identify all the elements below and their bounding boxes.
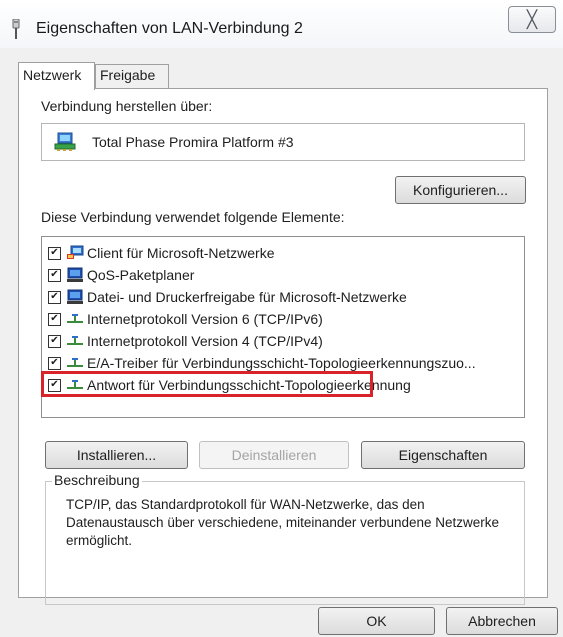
protocol-icon <box>67 358 83 367</box>
list-item-file-printer-sharing[interactable]: ✔ Datei- und Druckerfreigabe für Microso… <box>48 286 407 308</box>
checkbox[interactable]: ✔ <box>48 312 61 326</box>
service-monitor-icon <box>67 289 83 304</box>
adapter-field: Total Phase Promira Platform #3 <box>41 123 525 161</box>
install-button[interactable]: Installieren... <box>45 441 188 469</box>
description-group: Beschreibung TCP/IP, das Standardprotoko… <box>45 472 525 605</box>
window-title: Eigenschaften von LAN-Verbindung 2 <box>36 20 303 37</box>
list-item-label: QoS-Paketplaner <box>87 267 195 283</box>
list-item-qos[interactable]: ✔ QoS-Paketplaner <box>48 264 194 286</box>
adapter-name: Total Phase Promira Platform #3 <box>92 134 294 150</box>
list-item-lltd-io-driver[interactable]: ✔ E/A-Treiber für Verbindungsschicht-Top… <box>48 352 476 374</box>
service-monitor-icon <box>67 267 83 282</box>
list-item-client[interactable]: ✔ Client für Microsoft-Netzwerke <box>48 242 275 264</box>
protocol-icon <box>67 314 83 323</box>
configure-button[interactable]: Konfigurieren... <box>395 176 526 204</box>
uninstall-button[interactable]: Deinstallieren <box>199 441 349 469</box>
components-list[interactable]: ✔ Client für Microsoft-Netzwerke ✔ QoS-P… <box>41 236 525 418</box>
network-adapter-icon <box>54 132 76 151</box>
list-item-label: Client für Microsoft-Netzwerke <box>87 245 275 261</box>
list-item-ipv4[interactable]: ✔ Internetprotokoll Version 4 (TCP/IPv4) <box>48 330 323 352</box>
list-item-label: Datei- und Druckerfreigabe für Microsoft… <box>87 289 407 305</box>
checkbox[interactable]: ✔ <box>48 356 61 370</box>
cancel-button[interactable]: Abbrechen <box>446 607 558 635</box>
network-tab-panel: Verbindung herstellen über: Total Phase … <box>18 88 548 605</box>
list-item-lltd-responder[interactable]: ✔ Antwort für Verbindungsschicht-Topolog… <box>48 374 411 396</box>
checkbox[interactable]: ✔ <box>48 268 61 282</box>
checkbox[interactable]: ✔ <box>48 246 61 260</box>
description-text: TCP/IP, das Standardprotokoll für WAN-Ne… <box>66 497 500 548</box>
tab-network[interactable]: Netzwerk <box>18 62 95 90</box>
tab-sharing[interactable]: Freigabe <box>95 64 169 89</box>
checkbox[interactable]: ✔ <box>48 378 61 392</box>
list-item-label: Internetprotokoll Version 4 (TCP/IPv4) <box>87 333 323 349</box>
connect-using-label: Verbindung herstellen über: <box>41 98 213 114</box>
properties-button[interactable]: Eigenschaften <box>361 441 525 469</box>
title-bar: Eigenschaften von LAN-Verbindung 2 ╳ <box>0 0 563 48</box>
checkbox[interactable]: ✔ <box>48 290 61 304</box>
list-item-label: E/A-Treiber für Verbindungsschicht-Topol… <box>87 355 476 371</box>
close-button[interactable]: ╳ <box>508 6 556 33</box>
client-network-icon <box>67 245 84 259</box>
protocol-icon <box>67 380 83 389</box>
network-cable-icon <box>12 19 20 39</box>
close-icon: ╳ <box>526 9 538 29</box>
list-item-ipv6[interactable]: ✔ Internetprotokoll Version 6 (TCP/IPv6) <box>48 308 323 330</box>
items-label: Diese Verbindung verwendet folgende Elem… <box>41 209 345 225</box>
description-title: Beschreibung <box>52 472 142 488</box>
checkbox[interactable]: ✔ <box>48 334 61 348</box>
list-item-label: Internetprotokoll Version 6 (TCP/IPv6) <box>87 311 323 327</box>
protocol-icon <box>67 336 83 345</box>
list-item-label: Antwort für Verbindungsschicht-Topologie… <box>87 377 411 393</box>
properties-dialog: Netzwerk Freigabe Verbindung herstellen … <box>0 48 563 637</box>
ok-button[interactable]: OK <box>318 607 435 635</box>
